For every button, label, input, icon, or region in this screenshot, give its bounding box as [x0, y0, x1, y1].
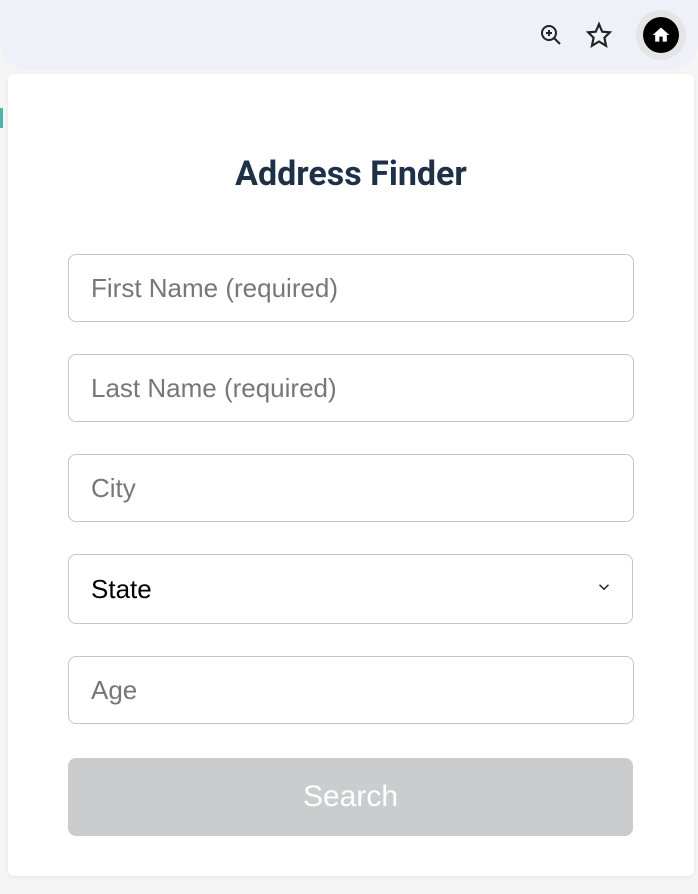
home-icon: [643, 17, 679, 53]
accent-stripe: [0, 108, 3, 128]
state-select[interactable]: State: [68, 554, 633, 624]
home-button[interactable]: [636, 10, 686, 60]
last-name-input[interactable]: [68, 354, 634, 422]
browser-toolbar-actions: [538, 22, 612, 48]
age-input[interactable]: [68, 656, 634, 724]
first-name-input[interactable]: [68, 254, 634, 322]
browser-toolbar: [0, 0, 698, 70]
search-button[interactable]: Search: [68, 758, 633, 836]
page-title: Address Finder: [68, 154, 634, 194]
zoom-in-icon[interactable]: [538, 22, 564, 48]
star-icon[interactable]: [586, 22, 612, 48]
city-input[interactable]: [68, 454, 634, 522]
state-select-wrapper: State: [68, 554, 633, 624]
content-panel: Address Finder State Search: [8, 74, 694, 876]
